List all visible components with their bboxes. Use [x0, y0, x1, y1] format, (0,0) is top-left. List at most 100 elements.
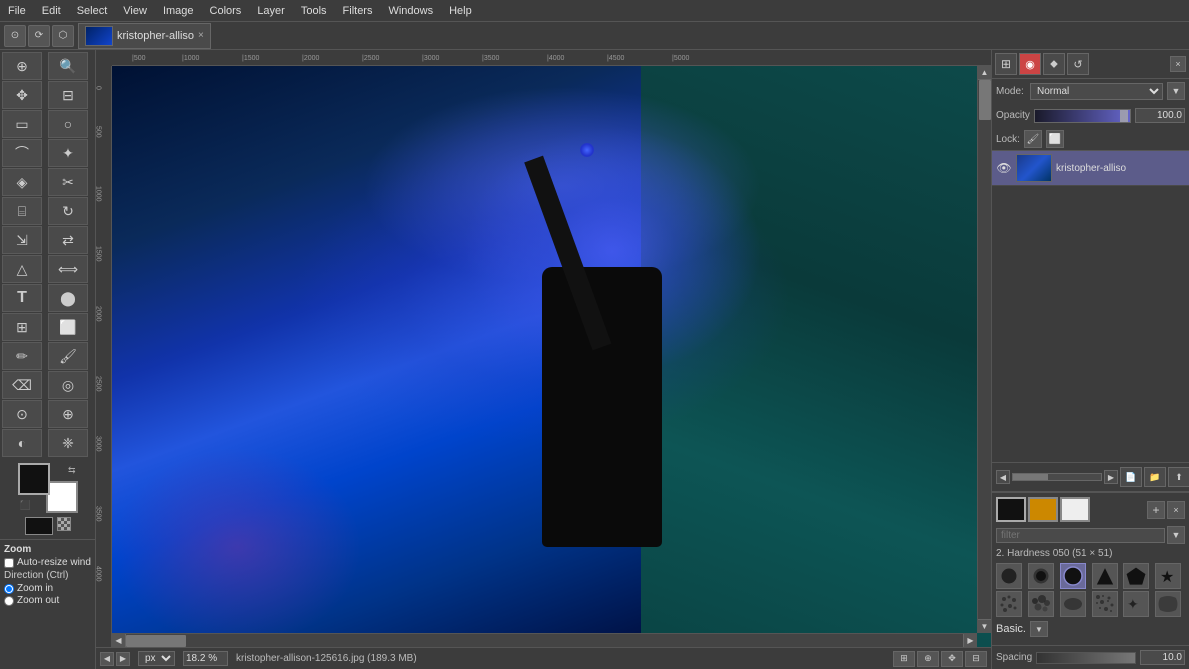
brush-cell-10[interactable]: [1092, 591, 1118, 617]
statusbar-btn-4[interactable]: ⊟: [965, 651, 987, 667]
nav-left-icon[interactable]: ◀: [100, 652, 114, 666]
mode-select[interactable]: Normal: [1030, 83, 1163, 100]
rp-close-icon[interactable]: ×: [1170, 56, 1186, 72]
brush-cell-8[interactable]: [1028, 591, 1054, 617]
mode-arrow-icon[interactable]: ▼: [1167, 82, 1185, 100]
active-fg[interactable]: [25, 517, 53, 535]
flip-tool[interactable]: ⟺: [48, 255, 88, 283]
opacity-slider[interactable]: [1034, 109, 1131, 123]
brush-add-button[interactable]: +: [1147, 501, 1165, 519]
dodge-burn-tool[interactable]: ◐: [2, 429, 42, 457]
shear-tool[interactable]: ⇄: [48, 226, 88, 254]
clone-tool[interactable]: ⊙: [2, 400, 42, 428]
layer-item[interactable]: 👁 kristopher-alliso: [992, 151, 1189, 186]
scissors-select[interactable]: ✂: [48, 168, 88, 196]
menu-layer[interactable]: Layer: [249, 3, 293, 19]
image-tab[interactable]: kristopher-alliso ×: [78, 23, 211, 49]
heal-tool[interactable]: ⊕: [48, 400, 88, 428]
zoom-out-radio[interactable]: [4, 596, 14, 606]
fuzzy-select-tool[interactable]: ✦: [48, 139, 88, 167]
scroll-up-button[interactable]: ▲: [978, 66, 992, 80]
brush-swatch-black[interactable]: [996, 497, 1026, 522]
menu-file[interactable]: File: [0, 3, 34, 19]
layer-visibility-icon[interactable]: 👁: [996, 160, 1012, 176]
spacing-input[interactable]: [1140, 650, 1185, 665]
lock-alpha-icon[interactable]: ⬜: [1046, 130, 1064, 148]
pencil-tool[interactable]: ✏: [2, 342, 42, 370]
crop-tool[interactable]: ⌸: [2, 197, 42, 225]
zoom-in-radio[interactable]: [4, 584, 14, 594]
eraser-tool[interactable]: ⌫: [2, 371, 42, 399]
layer-folder-btn[interactable]: 📁: [1144, 467, 1166, 487]
toolbar-btn-2[interactable]: ⟳: [28, 25, 50, 47]
brush-cell-7[interactable]: [996, 591, 1022, 617]
statusbar-btn-3[interactable]: ✥: [941, 651, 963, 667]
layer-nav-left[interactable]: ◀: [996, 470, 1010, 484]
toolbar-btn-3[interactable]: ⬡: [52, 25, 74, 47]
toolbar-btn-1[interactable]: ⊙: [4, 25, 26, 47]
ellipse-select-tool[interactable]: ○: [48, 110, 88, 138]
foreground-color[interactable]: [18, 463, 50, 495]
brush-cell-5[interactable]: [1123, 563, 1149, 589]
layer-up-btn[interactable]: ⬆: [1168, 467, 1189, 487]
paint-bucket-tool[interactable]: ⊞: [2, 313, 42, 341]
menu-select[interactable]: Select: [69, 3, 116, 19]
menu-edit[interactable]: Edit: [34, 3, 69, 19]
scale-tool[interactable]: ⇲: [2, 226, 42, 254]
text-tool[interactable]: T: [2, 284, 42, 312]
menu-help[interactable]: Help: [441, 3, 480, 19]
brush-filter-input[interactable]: [996, 528, 1165, 543]
zoom-input[interactable]: [183, 651, 228, 666]
brush-category-dropdown[interactable]: ▼: [1030, 621, 1048, 637]
spacing-slider[interactable]: [1036, 652, 1136, 664]
canvas-viewport[interactable]: ▲ ▼ ◀ ▶: [112, 66, 991, 647]
layer-nav-scrollbar[interactable]: [1012, 473, 1102, 481]
brush-cell-12[interactable]: [1155, 591, 1181, 617]
brush-cell-9[interactable]: [1060, 591, 1086, 617]
auto-resize-checkbox[interactable]: [4, 558, 14, 568]
brush-cell-3[interactable]: [1060, 563, 1086, 589]
brush-filter-dropdown[interactable]: ▼: [1167, 526, 1185, 544]
move-tool[interactable]: ✥: [2, 81, 42, 109]
brush-cell-4[interactable]: [1092, 563, 1118, 589]
menu-colors[interactable]: Colors: [202, 3, 250, 19]
scroll-left-button[interactable]: ◀: [112, 634, 126, 648]
vertical-scrollbar[interactable]: ▲ ▼: [977, 66, 991, 633]
horizontal-scrollbar[interactable]: ◀ ▶: [112, 633, 977, 647]
select-by-color[interactable]: ◈: [2, 168, 42, 196]
scroll-thumb-v[interactable]: [979, 80, 991, 120]
lock-paint-icon[interactable]: 🖌: [1024, 130, 1042, 148]
rotate-tool[interactable]: ↻: [48, 197, 88, 225]
statusbar-btn-2[interactable]: ⊕: [917, 651, 939, 667]
brush-swatch-orange[interactable]: [1028, 497, 1058, 522]
paintbrush-tool[interactable]: 🖌: [48, 342, 88, 370]
perspective-tool[interactable]: △: [2, 255, 42, 283]
rect-select-tool[interactable]: ▭: [2, 110, 42, 138]
brush-cell-1[interactable]: [996, 563, 1022, 589]
background-color[interactable]: [46, 481, 78, 513]
image-canvas[interactable]: [112, 66, 991, 647]
tab-close-button[interactable]: ×: [198, 30, 204, 41]
color-picker-tool[interactable]: ⊕: [2, 52, 42, 80]
scroll-down-button[interactable]: ▼: [978, 619, 992, 633]
brush-panel-close[interactable]: ×: [1167, 501, 1185, 519]
brush-cell-2[interactable]: [1028, 563, 1054, 589]
layer-add-btn[interactable]: 📄: [1120, 467, 1142, 487]
layer-nav-right[interactable]: ▶: [1104, 470, 1118, 484]
menu-filters[interactable]: Filters: [335, 3, 381, 19]
smudge-tool[interactable]: ❈: [48, 429, 88, 457]
path-tool[interactable]: ⬤: [48, 284, 88, 312]
zoom-tool[interactable]: 🔍: [48, 52, 88, 80]
swap-colors-icon[interactable]: ⇆: [68, 465, 76, 476]
airbrush-tool[interactable]: ◎: [48, 371, 88, 399]
align-tool[interactable]: ⊟: [48, 81, 88, 109]
brush-swatch-white[interactable]: [1060, 497, 1090, 522]
menu-view[interactable]: View: [115, 3, 155, 19]
scroll-right-button[interactable]: ▶: [963, 634, 977, 648]
opacity-input[interactable]: [1135, 108, 1185, 123]
scroll-thumb-h[interactable]: [126, 635, 186, 647]
statusbar-btn-1[interactable]: ⊞: [893, 651, 915, 667]
brush-cell-11[interactable]: ✦: [1123, 591, 1149, 617]
gradient-tool[interactable]: ⬜: [48, 313, 88, 341]
nav-right-icon[interactable]: ▶: [116, 652, 130, 666]
